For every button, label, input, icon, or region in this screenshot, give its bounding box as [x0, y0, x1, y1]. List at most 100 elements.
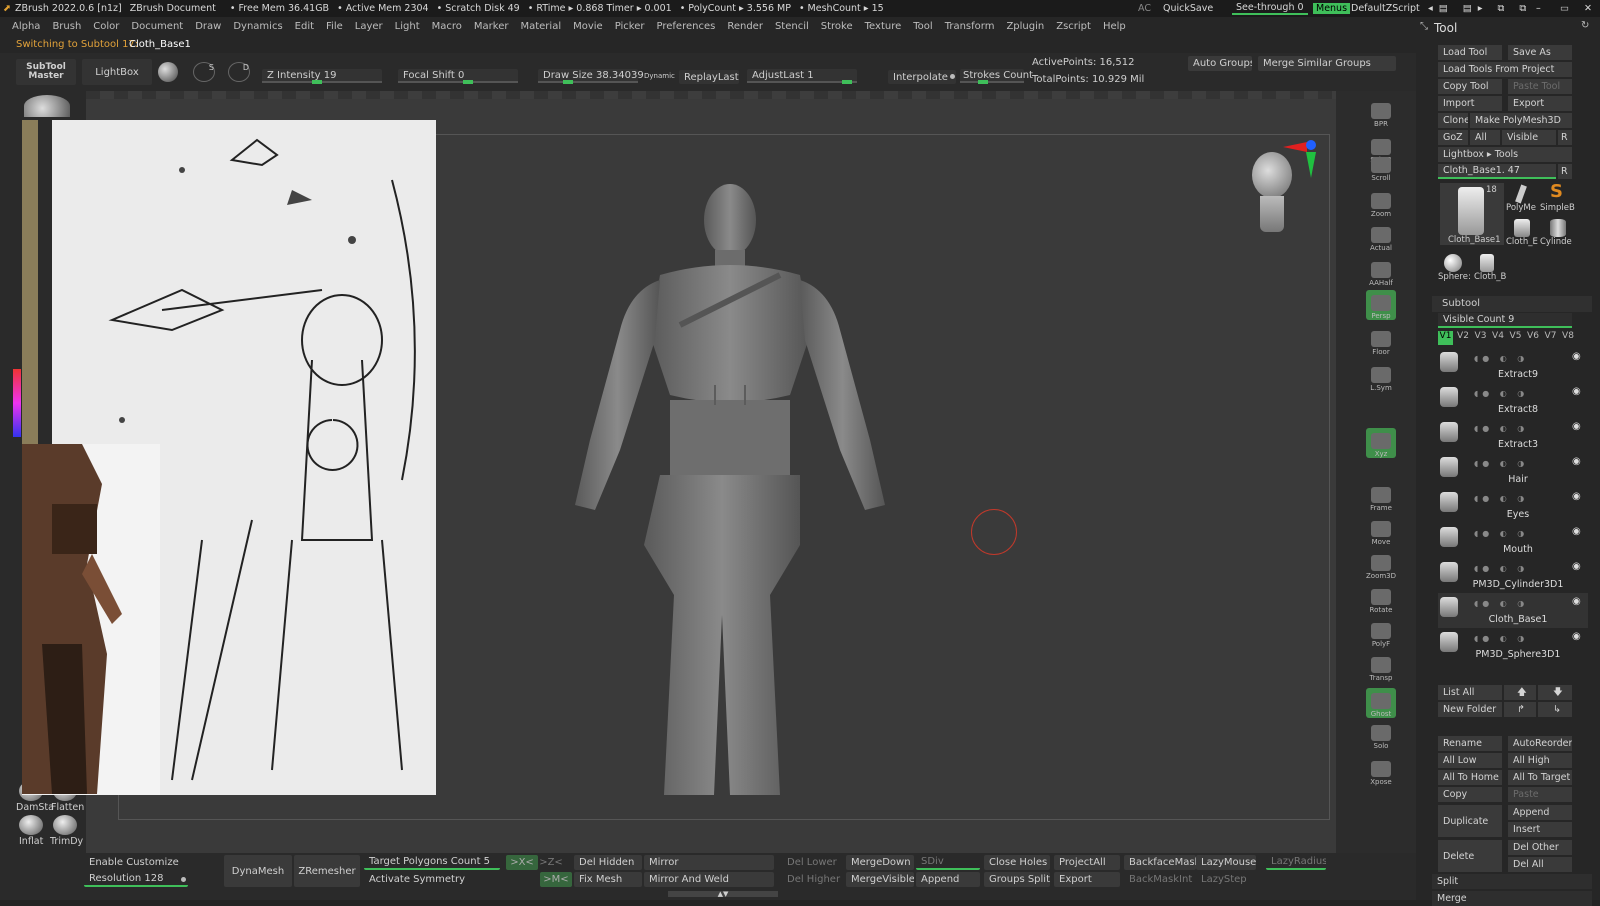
make-polymesh3d-button[interactable]: Make PolyMesh3D	[1470, 113, 1572, 128]
sdiv-slider[interactable]: SDiv	[916, 855, 980, 870]
subtool-row[interactable]: ◖● ◐ ◑ ◉ Eyes	[1438, 488, 1588, 523]
autoreorder-button[interactable]: AutoReorder	[1508, 736, 1572, 751]
clone-button[interactable]: Clone	[1438, 113, 1468, 128]
tool-thumb-simplebrush[interactable]: S SimpleB	[1540, 181, 1576, 215]
rename-button[interactable]: Rename	[1438, 736, 1502, 751]
subtool-toggle-icons[interactable]: ◖● ◐ ◑	[1474, 494, 1554, 503]
lightbox-button[interactable]: LightBox	[82, 59, 152, 85]
maximize-icon[interactable]: ▭	[1560, 3, 1569, 14]
eye-icon[interactable]: ◉	[1572, 596, 1581, 607]
resolution-slider[interactable]: Resolution 128	[84, 872, 188, 887]
projectall-button[interactable]: ProjectAll	[1054, 855, 1120, 870]
eye-icon[interactable]: ◉	[1572, 491, 1581, 502]
menu-file[interactable]: File	[326, 21, 343, 32]
menu-movie[interactable]: Movie	[573, 21, 603, 32]
del-lower-button[interactable]: Del Lower	[782, 855, 844, 870]
color-picker-strip[interactable]	[13, 369, 21, 437]
rightshelf-zoom[interactable]: Zoom	[1366, 188, 1396, 218]
rightshelf-move[interactable]: Move	[1366, 516, 1396, 546]
rightshelf-ghost[interactable]: Ghost	[1366, 688, 1396, 718]
tool-thumb-cloth-e[interactable]: Cloth_E	[1506, 217, 1540, 249]
adjustlast-slider[interactable]: AdjustLast 1	[747, 69, 857, 84]
menu-edit[interactable]: Edit	[295, 21, 314, 32]
mergedown-button[interactable]: MergeDown	[846, 855, 914, 870]
draw-size-slider[interactable]: Draw Size 38.34039	[538, 69, 644, 84]
replaylast-button[interactable]: ReplayLast	[679, 70, 739, 84]
defaultzscript-button[interactable]: DefaultZScript	[1351, 3, 1420, 14]
visible-count-slider[interactable]: Visible Count 9	[1438, 313, 1572, 328]
version-v1[interactable]: V1	[1438, 331, 1453, 345]
eye-icon[interactable]: ◉	[1572, 351, 1581, 362]
append-button[interactable]: Append	[1508, 805, 1572, 820]
rightshelf-solo[interactable]: Solo	[1366, 720, 1396, 750]
subtool-row[interactable]: ◖● ◐ ◑ ◉ PM3D_Sphere3D1	[1438, 628, 1588, 663]
merge-similar-groups-button[interactable]: Merge Similar Groups	[1258, 56, 1396, 71]
rightshelf-frame[interactable]: Frame	[1366, 482, 1396, 512]
close-holes-button[interactable]: Close Holes	[984, 855, 1050, 870]
tool-thumb-polymesh[interactable]: PolyMe	[1506, 183, 1540, 215]
see-through-slider[interactable]: See-through 0	[1232, 2, 1308, 15]
lazymouse-button[interactable]: LazyMouse	[1196, 855, 1256, 870]
load-tools-from-project-button[interactable]: Load Tools From Project	[1438, 62, 1572, 77]
all-to-target-button[interactable]: All To Target	[1508, 770, 1572, 785]
all-low-button[interactable]: All Low	[1438, 753, 1502, 768]
rightshelf-l-sym[interactable]: L.Sym	[1366, 362, 1396, 392]
load-tool-button[interactable]: Load Tool	[1438, 45, 1502, 60]
tool-thumb-cloth-b[interactable]: Cloth_B	[1472, 252, 1506, 284]
subtool-toggle-icons[interactable]: ◖● ◐ ◑	[1474, 564, 1554, 573]
menu-dynamics[interactable]: Dynamics	[233, 21, 282, 32]
stroke-s-icon[interactable]: S	[193, 62, 215, 82]
menu-document[interactable]: Document	[131, 21, 183, 32]
duplicate-button[interactable]: Duplicate	[1438, 805, 1502, 837]
axis-gizmo[interactable]	[1283, 136, 1323, 184]
paste-tool-button[interactable]: Paste Tool	[1508, 79, 1572, 94]
append-subtool-button[interactable]: Append	[916, 872, 980, 887]
subtool-toggle-icons[interactable]: ◖● ◐ ◑	[1474, 634, 1554, 643]
new-folder-button[interactable]: New Folder	[1438, 702, 1502, 717]
menu-draw[interactable]: Draw	[195, 21, 221, 32]
menu-marker[interactable]: Marker	[474, 21, 509, 32]
auto-groups-button[interactable]: Auto Groups	[1188, 56, 1252, 71]
insert-button[interactable]: Insert	[1508, 822, 1572, 837]
copy-tool-button[interactable]: Copy Tool	[1438, 79, 1502, 94]
merge-section[interactable]: Merge	[1432, 891, 1592, 906]
tool-thumb-sphere[interactable]: Sphere:	[1438, 252, 1472, 284]
trimdynamic-brush-icon[interactable]	[53, 815, 77, 835]
version-v5[interactable]: V5	[1508, 331, 1523, 345]
all-to-home-button[interactable]: All To Home	[1438, 770, 1502, 785]
mirror-and-weld-button[interactable]: Mirror And Weld	[644, 872, 774, 887]
tool-thumb-cloth-base1[interactable]: 18 Cloth_Base1	[1440, 183, 1504, 245]
strokes-count-slider[interactable]: Strokes Count	[960, 69, 1033, 84]
panel-refresh-icon[interactable]: ↻	[1581, 20, 1589, 31]
version-v7[interactable]: V7	[1543, 331, 1558, 345]
enable-customize-button[interactable]: Enable Customize	[84, 855, 220, 870]
bottom-tray-toggle[interactable]: ▲▼	[668, 891, 778, 898]
layout-icons[interactable]: ◂▤ ▤▸ ⧉ ⧉	[1428, 3, 1532, 14]
import-button[interactable]: Import	[1438, 96, 1502, 111]
menu-zplugin[interactable]: Zplugin	[1006, 21, 1044, 32]
material-sphere-icon[interactable]	[24, 95, 70, 117]
delete-button[interactable]: Delete	[1438, 840, 1502, 872]
subtool-header[interactable]: Subtool	[1432, 296, 1592, 312]
eye-icon[interactable]: ◉	[1572, 526, 1581, 537]
subtool-row[interactable]: ◖● ◐ ◑ ◉ Hair	[1438, 453, 1588, 488]
eye-icon[interactable]: ◉	[1572, 561, 1581, 572]
move-down-folder-button[interactable]: ↳	[1538, 702, 1572, 717]
del-other-button[interactable]: Del Other	[1508, 840, 1572, 855]
goz-r-button[interactable]: R	[1558, 130, 1572, 145]
fix-mesh-button[interactable]: Fix Mesh	[574, 872, 642, 887]
close-icon[interactable]: ✕	[1584, 3, 1592, 14]
menu-macro[interactable]: Macro	[432, 21, 462, 32]
all-high-button[interactable]: All High	[1508, 753, 1572, 768]
menu-help[interactable]: Help	[1103, 21, 1126, 32]
subtool-toggle-icons[interactable]: ◖● ◐ ◑	[1474, 389, 1554, 398]
rightshelf-aahalf[interactable]: AAHalf	[1366, 257, 1396, 287]
version-v2[interactable]: V2	[1456, 331, 1471, 345]
rightshelf-floor[interactable]: Floor	[1366, 326, 1396, 356]
symmetry-z-toggle[interactable]: >Z<	[540, 855, 562, 870]
current-tool-r-button[interactable]: R	[1558, 164, 1572, 179]
subtool-toggle-icons[interactable]: ◖● ◐ ◑	[1474, 354, 1554, 363]
subtool-toggle-icons[interactable]: ◖● ◐ ◑	[1474, 599, 1554, 608]
menu-alpha[interactable]: Alpha	[12, 21, 40, 32]
eye-icon[interactable]: ◉	[1572, 631, 1581, 642]
